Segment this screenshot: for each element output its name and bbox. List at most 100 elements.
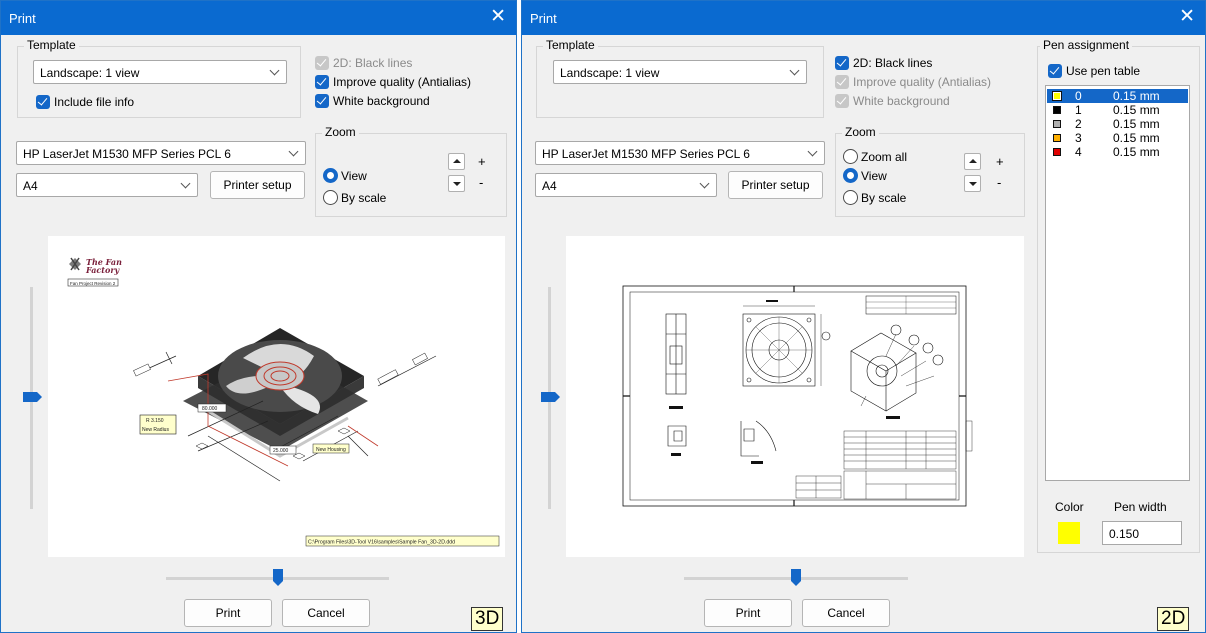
pen-width-input[interactable]: 0.150 — [1102, 521, 1182, 545]
fan-factory-logo — [69, 257, 81, 271]
printer-select-value: HP LaserJet M1530 MFP Series PCL 6 — [542, 147, 750, 161]
radio-empty-icon — [843, 190, 858, 205]
radio-selected-icon — [843, 168, 858, 183]
pen-number: 1 — [1075, 103, 1082, 117]
cancel-button[interactable]: Cancel — [282, 599, 370, 627]
printer-setup-button[interactable]: Printer setup — [210, 171, 305, 199]
new-housing-tag-label: New Housing — [316, 447, 346, 453]
template-select-value: Landscape: 1 view — [560, 66, 660, 80]
paper-select[interactable]: A4 — [535, 173, 717, 197]
pen-row-2[interactable]: 2 0.15 mm — [1047, 117, 1188, 131]
pen-row-4[interactable]: 4 0.15 mm — [1047, 145, 1188, 159]
zoom-by-scale-radio[interactable]: By scale — [843, 190, 923, 206]
close-icon[interactable]: ✕ — [490, 7, 506, 26]
cancel-button[interactable]: Cancel — [802, 599, 890, 627]
template-select-value: Landscape: 1 view — [40, 66, 140, 80]
close-icon[interactable]: ✕ — [1179, 7, 1195, 26]
pen-width: 0.15 mm — [1113, 145, 1160, 159]
checkbox-checked-icon — [835, 56, 849, 70]
chevron-down-icon — [807, 146, 818, 157]
zoom-view-radio[interactable]: View — [843, 168, 923, 184]
zoom-in-spin-button[interactable] — [964, 153, 981, 170]
pen-number: 3 — [1075, 131, 1082, 145]
fan-3d-drawing: The Fan Factory Fan Project Revision 2 R… — [67, 257, 500, 547]
section-views — [667, 420, 777, 457]
mode-label-2d: 2D — [1157, 607, 1190, 631]
print-button[interactable]: Print — [704, 599, 792, 627]
print-preview-3d: The Fan Factory Fan Project Revision 2 R… — [48, 236, 505, 557]
zoom-in-spin-button[interactable] — [448, 153, 465, 170]
zoom-view-radio[interactable]: View — [323, 168, 403, 184]
zoom-plus-label: + — [996, 154, 1004, 169]
print-dialog-2d: Print ✕ Template Landscape: 1 view 2D: B… — [521, 0, 1206, 633]
paper-select-value: A4 — [23, 179, 38, 193]
template-group-label: Template — [543, 38, 598, 52]
include-file-info-checkbox[interactable]: Include file info — [36, 94, 186, 110]
mode-label-3d: 3D — [471, 607, 504, 631]
drawing-micro-labels — [669, 300, 900, 464]
black-lines-label: 2D: Black lines — [333, 56, 413, 70]
isometric-view — [821, 324, 944, 412]
paper-select-value: A4 — [542, 179, 557, 193]
fan-model — [183, 328, 368, 458]
logo-subtitle: Fan Project Revision 2 — [70, 281, 116, 286]
black-lines-checkbox: 2D: Black lines — [315, 55, 495, 71]
zoom-all-radio[interactable]: Zoom all — [843, 149, 923, 165]
horizontal-slider-thumb[interactable] — [273, 569, 283, 586]
chevron-down-icon — [180, 178, 191, 189]
pen-color-swatch — [1052, 91, 1062, 101]
pen-row-0[interactable]: 0 0.15 mm — [1047, 89, 1188, 103]
zoom-plus-label: + — [478, 154, 486, 169]
include-file-info-label: Include file info — [54, 95, 135, 109]
pen-color-swatch — [1053, 134, 1061, 142]
revision-tab — [965, 420, 973, 452]
white-background-checkbox[interactable]: White background — [315, 93, 505, 109]
logo-text-line2: Factory — [85, 265, 121, 275]
checkbox-checked-icon — [835, 75, 849, 89]
zoom-out-spin-button[interactable] — [448, 175, 465, 192]
template-select[interactable]: Landscape: 1 view — [33, 60, 287, 84]
selected-pen-color-button[interactable] — [1058, 522, 1080, 544]
pen-table-list[interactable]: 0 0.15 mm 1 0.15 mm 2 0.15 mm 3 0.15 mm … — [1045, 85, 1190, 481]
radio-empty-icon — [843, 149, 858, 164]
use-pen-table-label: Use pen table — [1066, 64, 1141, 78]
pen-color-swatch — [1053, 106, 1061, 114]
color-label: Color — [1055, 500, 1084, 514]
antialias-label: Improve quality (Antialias) — [333, 75, 472, 89]
printer-setup-button[interactable]: Printer setup — [728, 171, 823, 199]
antialias-checkbox[interactable]: Improve quality (Antialias) — [315, 74, 505, 90]
use-pen-table-checkbox[interactable]: Use pen table — [1048, 63, 1168, 79]
pen-number: 4 — [1075, 145, 1082, 159]
white-background-label: White background — [853, 94, 950, 108]
paper-select[interactable]: A4 — [16, 173, 198, 197]
pen-width-label: Pen width — [1114, 500, 1167, 514]
black-lines-checkbox[interactable]: 2D: Black lines — [835, 55, 1015, 71]
dialog-title: Print — [9, 11, 36, 26]
antialias-checkbox: Improve quality (Antialias) — [835, 74, 1025, 90]
checkbox-checked-icon — [1048, 64, 1062, 78]
zoom-all-label: Zoom all — [861, 150, 908, 164]
vertical-slider-thumb[interactable] — [23, 392, 42, 402]
pen-assignment-label: Pen assignment — [1040, 38, 1133, 52]
front-view — [742, 305, 822, 387]
pen-row-3[interactable]: 3 0.15 mm — [1047, 131, 1188, 145]
zoom-group-label: Zoom — [322, 125, 359, 139]
zoom-out-spin-button[interactable] — [964, 175, 981, 192]
pen-row-1[interactable]: 1 0.15 mm — [1047, 103, 1188, 117]
printer-select[interactable]: HP LaserJet M1530 MFP Series PCL 6 — [535, 141, 825, 165]
pen-width: 0.15 mm — [1113, 117, 1160, 131]
printer-select[interactable]: HP LaserJet M1530 MFP Series PCL 6 — [16, 141, 306, 165]
template-group-label: Template — [24, 38, 79, 52]
zoom-by-scale-radio[interactable]: By scale — [323, 190, 403, 206]
vertical-slider-thumb[interactable] — [541, 392, 560, 402]
chevron-down-icon — [699, 178, 710, 189]
template-select[interactable]: Landscape: 1 view — [553, 60, 807, 84]
file-path-text: C:\Program Files\3D-Tool V16\samples\Sam… — [308, 540, 455, 546]
horizontal-slider-thumb[interactable] — [791, 569, 801, 586]
white-background-checkbox: White background — [835, 93, 1025, 109]
printer-select-value: HP LaserJet M1530 MFP Series PCL 6 — [23, 147, 231, 161]
print-button[interactable]: Print — [184, 599, 272, 627]
checkbox-checked-icon — [835, 94, 849, 108]
chevron-down-icon — [288, 146, 299, 157]
zoom-group-label: Zoom — [842, 125, 879, 139]
